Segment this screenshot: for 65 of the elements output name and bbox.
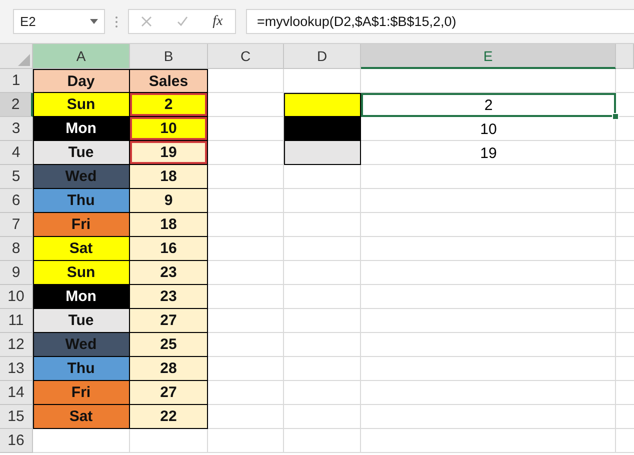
column-header[interactable]: B [130, 44, 208, 69]
row-header[interactable]: 13 [0, 357, 33, 381]
row-header[interactable]: 10 [0, 285, 33, 309]
row-header[interactable]: 7 [0, 213, 33, 237]
table-cell: Sales [130, 69, 208, 93]
dropdown-caret-icon[interactable] [90, 19, 98, 24]
row-header[interactable]: 15 [0, 405, 33, 429]
table-cell: 10 [130, 117, 208, 141]
table-cell: 27 [130, 381, 208, 405]
table-cell: Sun [33, 261, 130, 285]
insert-function-button[interactable]: fx [212, 14, 223, 30]
table-cell: Mon [33, 285, 130, 309]
row-header[interactable]: 11 [0, 309, 33, 333]
column-header[interactable]: A [33, 44, 130, 69]
row-header[interactable]: 12 [0, 333, 33, 357]
row-header[interactable]: 1 [0, 69, 33, 93]
select-all-button[interactable] [0, 44, 33, 69]
row-header[interactable]: 5 [0, 165, 33, 189]
select-all-icon[interactable] [18, 54, 30, 66]
table-cell-text: 19 [479, 144, 498, 164]
table-cell: 28 [130, 357, 208, 381]
table-cell: Wed [33, 165, 130, 189]
row-header[interactable]: 8 [0, 237, 33, 261]
table-cell: 18 [130, 165, 208, 189]
table-cell: 19 [130, 141, 208, 165]
table-cell: 16 [130, 237, 208, 261]
table-cell: 2 [361, 93, 616, 117]
table-cell: Sun [33, 93, 130, 117]
table-cell: 25 [130, 333, 208, 357]
table-cell: Day [33, 69, 130, 93]
column-header[interactable]: C [208, 44, 284, 69]
table-cell: Tue [33, 309, 130, 333]
table-cell: 23 [130, 261, 208, 285]
table-cell: 2 [130, 93, 208, 117]
table-cell-text: 10 [479, 120, 498, 140]
column-header[interactable] [616, 44, 634, 69]
table-cell: Sat [33, 237, 130, 261]
table-cell: 18 [130, 213, 208, 237]
close-icon[interactable] [141, 16, 152, 27]
drag-handle-icon [115, 16, 118, 28]
name-box[interactable]: E2 [13, 9, 105, 34]
row-header[interactable]: 14 [0, 381, 33, 405]
checkmark-icon[interactable] [176, 16, 188, 27]
row-header[interactable]: 2 [0, 93, 33, 117]
column-header[interactable]: E [361, 44, 616, 69]
table-cell: Fri [33, 213, 130, 237]
formula-field[interactable]: =myvlookup(D2,$A$1:$B$15,2,0) [246, 9, 634, 34]
table-cell: 23 [130, 285, 208, 309]
table-cell: Fri [33, 381, 130, 405]
row-header[interactable]: 3 [0, 117, 33, 141]
table-cell: Tue [33, 141, 130, 165]
table-cell: 27 [130, 309, 208, 333]
table-cell: Thu [33, 189, 130, 213]
column-header[interactable]: D [284, 44, 361, 69]
table-cell: Wed [33, 333, 130, 357]
row-header[interactable]: 16 [0, 429, 33, 453]
table-cell: 22 [130, 405, 208, 429]
table-cell: Sat [33, 405, 130, 429]
row-header[interactable]: 4 [0, 141, 33, 165]
row-header[interactable]: 9 [0, 261, 33, 285]
table-cell: 9 [130, 189, 208, 213]
table-cell: Thu [33, 357, 130, 381]
row-header[interactable]: 6 [0, 189, 33, 213]
table-cell: Mon [33, 117, 130, 141]
fill-handle-icon[interactable] [612, 113, 619, 120]
